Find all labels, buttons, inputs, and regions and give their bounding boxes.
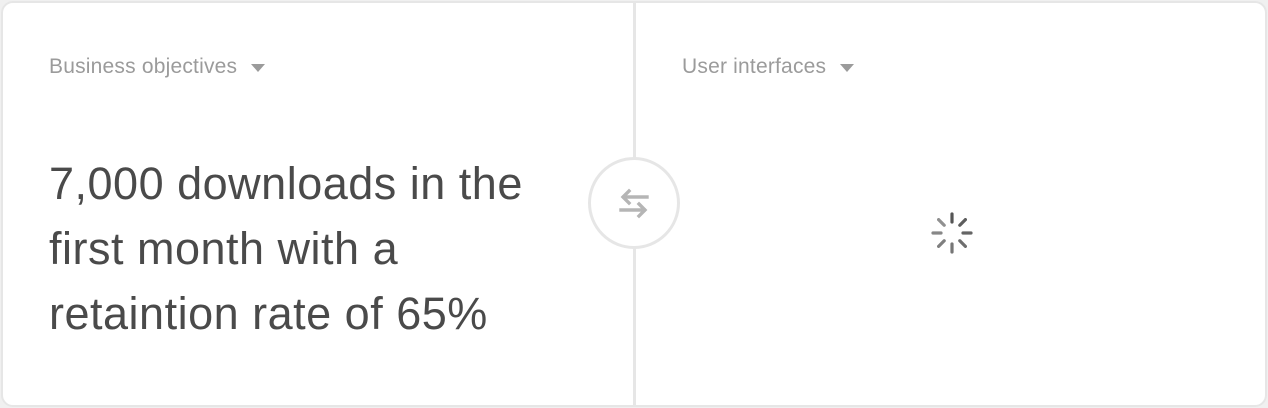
swap-button[interactable] [588,157,680,249]
user-interfaces-panel: User interfaces [636,3,1265,405]
business-objectives-dropdown[interactable]: Business objectives [49,55,266,79]
business-objectives-dropdown-label: Business objectives [49,55,238,78]
comparison-card: Business objectives 7,000 downloads in t… [1,1,1267,407]
caret-down-icon [251,64,266,72]
business-objectives-panel: Business objectives 7,000 downloads in t… [3,3,633,405]
user-interfaces-dropdown[interactable]: User interfaces [682,55,855,79]
objective-text: 7,000 downloads in the first month with … [49,158,523,339]
caret-down-icon [840,64,855,72]
loading-spinner-icon [931,212,973,254]
user-interfaces-dropdown-label: User interfaces [682,55,827,78]
swap-arrows-icon [619,188,649,219]
